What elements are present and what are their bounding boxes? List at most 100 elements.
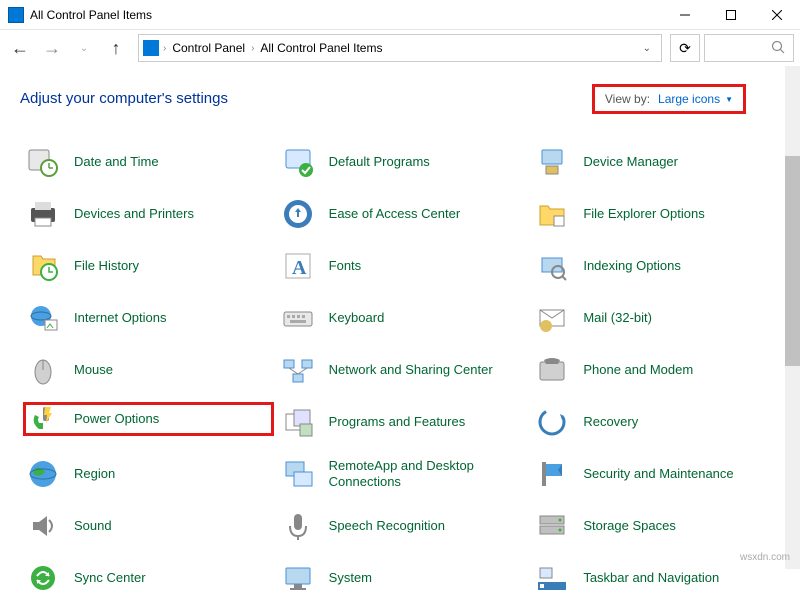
- item-label: Phone and Modem: [583, 362, 693, 378]
- watermark: wsxdn.com: [740, 552, 790, 563]
- item-label: Fonts: [329, 258, 362, 274]
- breadcrumb-seg-2[interactable]: All Control Panel Items: [258, 39, 384, 57]
- up-button[interactable]: ↑: [102, 34, 130, 62]
- control-panel-item[interactable]: Speech Recognition: [281, 509, 526, 543]
- close-button[interactable]: [754, 0, 800, 30]
- item-label: Recovery: [583, 414, 638, 430]
- address-icon: [143, 40, 159, 56]
- control-panel-item[interactable]: Default Programs: [281, 145, 526, 179]
- control-panel-item[interactable]: Ease of Access Center: [281, 197, 526, 231]
- remote-icon: [281, 457, 315, 491]
- item-label: Mail (32-bit): [583, 310, 652, 326]
- forward-button[interactable]: →: [38, 34, 66, 62]
- chevron-right-icon[interactable]: ›: [251, 43, 254, 54]
- control-panel-item[interactable]: Device Manager: [535, 145, 780, 179]
- scroll-thumb[interactable]: [785, 156, 800, 366]
- control-panel-item[interactable]: Sound: [26, 509, 271, 543]
- power-icon: [26, 402, 60, 436]
- control-panel-item[interactable]: Keyboard: [281, 301, 526, 335]
- control-panel-item[interactable]: RemoteApp and Desktop Connections: [281, 457, 526, 491]
- back-button[interactable]: ←: [6, 34, 34, 62]
- network-icon: [281, 353, 315, 387]
- item-label: Date and Time: [74, 154, 159, 170]
- breadcrumb-seg-1[interactable]: Control Panel: [170, 39, 247, 57]
- control-panel-icon: [8, 7, 24, 23]
- refresh-button[interactable]: ⟳: [670, 34, 700, 62]
- control-panel-item[interactable]: Devices and Printers: [26, 197, 271, 231]
- item-label: File Explorer Options: [583, 206, 704, 222]
- mouse-icon: [26, 353, 60, 387]
- control-panel-item[interactable]: Power Options: [23, 402, 274, 436]
- sync-icon: [26, 561, 60, 595]
- device-icon: [535, 145, 569, 179]
- item-label: RemoteApp and Desktop Connections: [329, 458, 526, 489]
- search-icon: [771, 40, 785, 57]
- fonts-icon: A: [281, 249, 315, 283]
- control-panel-item[interactable]: Security and Maintenance: [535, 457, 780, 491]
- region-icon: [26, 457, 60, 491]
- item-label: Region: [74, 466, 115, 482]
- explorer-icon: [535, 197, 569, 231]
- control-panel-item[interactable]: Internet Options: [26, 301, 271, 335]
- item-label: Sound: [74, 518, 112, 534]
- item-label: Devices and Printers: [74, 206, 194, 222]
- view-by-selector[interactable]: View by: Large icons ▼: [592, 84, 746, 114]
- item-label: Programs and Features: [329, 414, 466, 430]
- search-input[interactable]: [704, 34, 794, 62]
- item-label: System: [329, 570, 372, 586]
- item-label: Speech Recognition: [329, 518, 445, 534]
- maximize-button[interactable]: [708, 0, 754, 30]
- svg-text:A: A: [292, 257, 307, 279]
- control-panel-item[interactable]: File History: [26, 249, 271, 283]
- internet-icon: [26, 301, 60, 335]
- control-panel-item[interactable]: Phone and Modem: [535, 353, 780, 387]
- view-by-value[interactable]: Large icons: [658, 92, 720, 106]
- item-label: Mouse: [74, 362, 113, 378]
- item-label: Sync Center: [74, 570, 146, 586]
- mail-icon: [535, 301, 569, 335]
- recent-dropdown[interactable]: ⌄: [70, 34, 98, 62]
- address-dropdown[interactable]: ⌄: [637, 43, 657, 54]
- security-icon: [535, 457, 569, 491]
- control-panel-item[interactable]: Storage Spaces: [535, 509, 780, 543]
- item-label: Storage Spaces: [583, 518, 676, 534]
- chevron-down-icon: ▼: [725, 95, 733, 104]
- item-label: Device Manager: [583, 154, 678, 170]
- item-label: Power Options: [74, 411, 159, 427]
- system-icon: [281, 561, 315, 595]
- vertical-scrollbar[interactable]: [785, 66, 800, 569]
- control-panel-item[interactable]: Region: [26, 457, 271, 491]
- control-panel-item[interactable]: Date and Time: [26, 145, 271, 179]
- storage-icon: [535, 509, 569, 543]
- indexing-icon: [535, 249, 569, 283]
- sound-icon: [26, 509, 60, 543]
- control-panel-item[interactable]: Taskbar and Navigation: [535, 561, 780, 595]
- control-panel-item[interactable]: Sync Center: [26, 561, 271, 595]
- minimize-button[interactable]: [662, 0, 708, 30]
- keyboard-icon: [281, 301, 315, 335]
- view-by-label: View by:: [605, 92, 650, 106]
- speech-icon: [281, 509, 315, 543]
- item-label: Keyboard: [329, 310, 385, 326]
- control-panel-item[interactable]: Mouse: [26, 353, 271, 387]
- item-label: File History: [74, 258, 139, 274]
- control-panel-item[interactable]: File Explorer Options: [535, 197, 780, 231]
- item-label: Taskbar and Navigation: [583, 570, 719, 586]
- control-panel-item[interactable]: Network and Sharing Center: [281, 353, 526, 387]
- control-panel-item[interactable]: Programs and Features: [281, 405, 526, 439]
- item-label: Ease of Access Center: [329, 206, 461, 222]
- item-label: Network and Sharing Center: [329, 362, 493, 378]
- window-title: All Control Panel Items: [30, 8, 662, 22]
- taskbar-icon: [535, 561, 569, 595]
- recovery-icon: [535, 405, 569, 439]
- item-label: Indexing Options: [583, 258, 681, 274]
- chevron-right-icon[interactable]: ›: [163, 43, 166, 54]
- address-bar[interactable]: › Control Panel › All Control Panel Item…: [138, 34, 662, 62]
- control-panel-item[interactable]: System: [281, 561, 526, 595]
- control-panel-item[interactable]: Mail (32-bit): [535, 301, 780, 335]
- control-panel-item[interactable]: A Fonts: [281, 249, 526, 283]
- control-panel-item[interactable]: Indexing Options: [535, 249, 780, 283]
- filehistory-icon: [26, 249, 60, 283]
- item-label: Internet Options: [74, 310, 167, 326]
- control-panel-item[interactable]: Recovery: [535, 405, 780, 439]
